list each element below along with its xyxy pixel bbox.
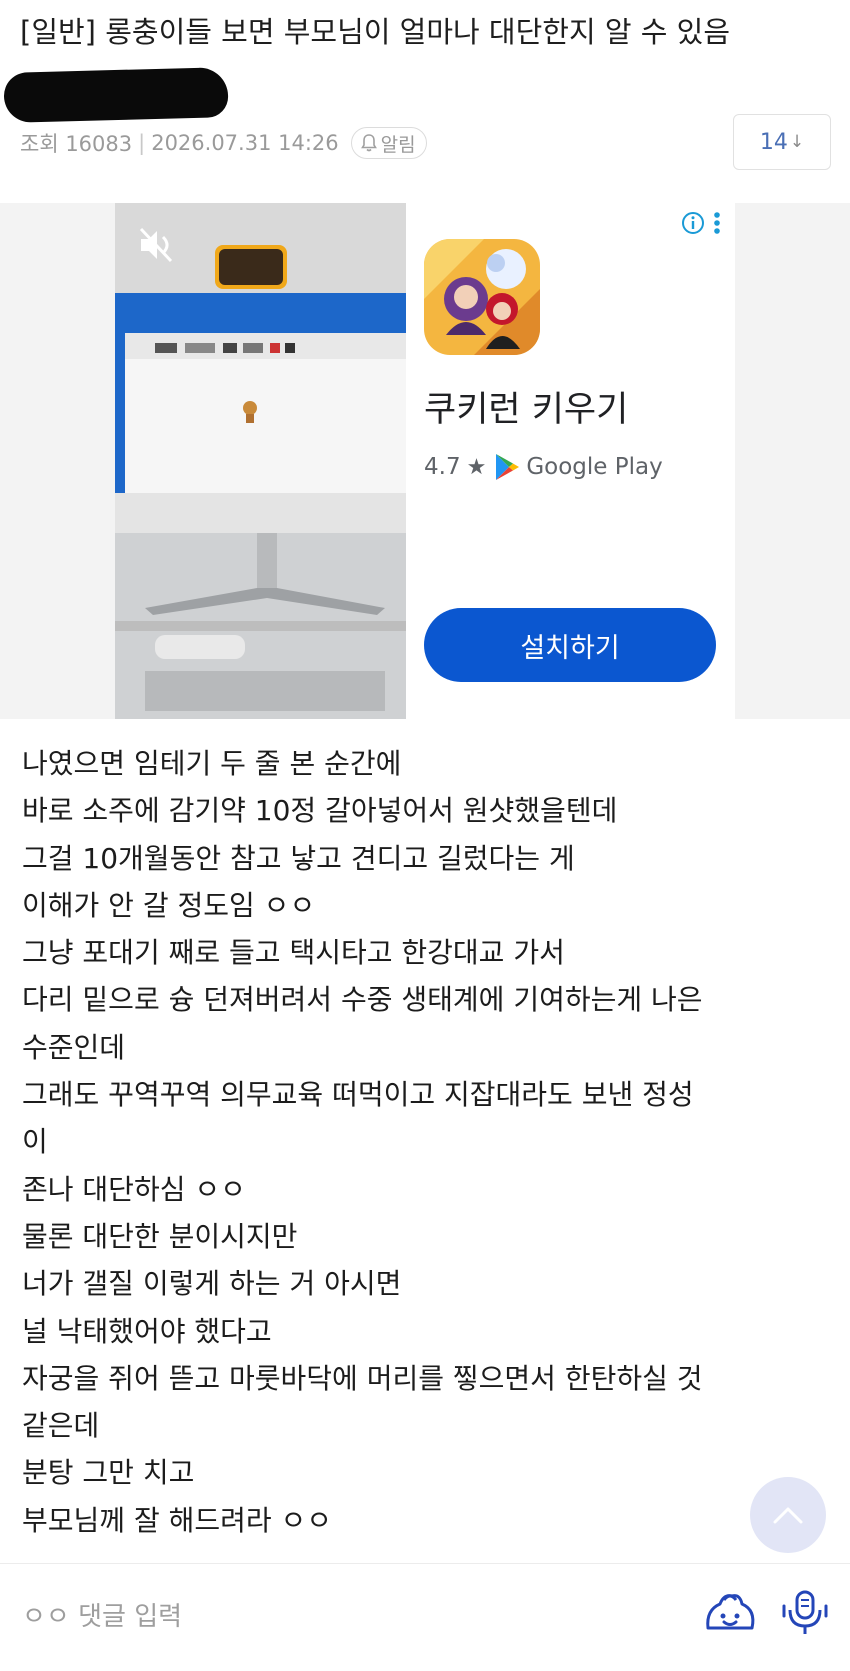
body-line: 널 낙태했어야 했다고 bbox=[22, 1314, 272, 1348]
body-line: 나였으면 임테기 두 줄 본 순간에 bbox=[22, 747, 402, 780]
ad-video-frame bbox=[115, 203, 406, 719]
app-rating-row: 4.7 ★ Google Play bbox=[424, 453, 663, 481]
ad-block[interactable]: 쿠키런 키우기 4.7 ★ Google Play 설치하기 bbox=[0, 203, 850, 719]
ad-app-panel[interactable]: 쿠키런 키우기 4.7 ★ Google Play 설치하기 bbox=[406, 203, 735, 719]
body-line: 다리 밑으로 슝 던져버려서 수중 생태계에 기여하는게 나은 bbox=[22, 983, 703, 1017]
arrow-down-icon: ↓ bbox=[789, 132, 805, 152]
comment-bar: ㅇㅇ 댓글 입력 bbox=[0, 1563, 850, 1671]
comment-count: 14 bbox=[759, 129, 788, 155]
dccon-button[interactable] bbox=[702, 1588, 758, 1640]
body-line: 그냥 포대기 째로 들고 택시타고 한강대교 가서 bbox=[22, 936, 565, 970]
more-options-icon[interactable] bbox=[713, 211, 721, 235]
body-line: 물론 대단한 분이시지만 bbox=[22, 1219, 298, 1253]
body-line: 이 bbox=[22, 1125, 48, 1159]
body-line: 존나 대단하심 ㅇㅇ bbox=[22, 1172, 246, 1206]
bell-icon bbox=[360, 134, 377, 152]
app-name[interactable]: 쿠키런 키우기 bbox=[424, 381, 628, 432]
comment-count-button[interactable]: 14 ↓ bbox=[733, 114, 831, 170]
dccon-icon bbox=[706, 1594, 755, 1630]
author-redaction bbox=[3, 67, 229, 123]
ad-controls bbox=[681, 211, 721, 235]
body-line: 분탕 그만 치고 bbox=[22, 1456, 195, 1490]
chevron-up-icon bbox=[773, 1507, 803, 1524]
app-rating: 4.7 bbox=[424, 454, 461, 480]
install-button[interactable]: 설치하기 bbox=[424, 608, 716, 682]
scroll-to-top-button[interactable] bbox=[750, 1477, 826, 1553]
post-meta: 조회 16083 | 2026.07.31 14:26 알림 bbox=[20, 126, 427, 160]
body-line: 자궁을 쥐어 뜯고 마룻바닥에 머리를 찧으면서 한탄하실 것 bbox=[22, 1361, 703, 1395]
google-play-icon bbox=[496, 454, 520, 480]
game-logo bbox=[215, 245, 287, 289]
body-line: 같은데 bbox=[22, 1409, 100, 1443]
body-line: 부모님께 잘 해드려라 ㅇㅇ bbox=[22, 1503, 333, 1537]
alarm-button[interactable]: 알림 bbox=[350, 127, 427, 159]
body-line: 그걸 10개월동안 참고 낳고 견디고 길렀다는 게 bbox=[22, 841, 575, 875]
comment-input[interactable]: ㅇㅇ 댓글 입력 bbox=[22, 1596, 182, 1633]
body-line: 그래도 꾸역꾸역 의무교육 떠먹이고 지잡대라도 보낸 정성 bbox=[22, 1078, 694, 1112]
body-line: 너가 갤질 이렇게 하는 거 아시면 bbox=[22, 1267, 402, 1301]
view-count: 조회 16083 bbox=[20, 132, 133, 156]
alarm-label: 알림 bbox=[380, 133, 416, 156]
voice-input-button[interactable] bbox=[782, 1588, 828, 1642]
post-date: 2026.07.31 14:26 bbox=[151, 131, 339, 155]
post-body: 나였으면 임테기 두 줄 본 순간에 바로 소주에 감기약 10정 갈아넣어서 … bbox=[22, 740, 822, 1544]
star-icon: ★ bbox=[466, 454, 487, 480]
body-line: 이해가 안 갈 정도임 ㅇㅇ bbox=[22, 888, 316, 922]
meta-divider: | bbox=[138, 131, 146, 155]
store-name: Google Play bbox=[526, 454, 663, 480]
microphone-icon bbox=[782, 1590, 828, 1634]
app-icon[interactable] bbox=[424, 239, 540, 355]
info-icon[interactable] bbox=[681, 211, 705, 235]
body-line: 수준인데 bbox=[22, 1030, 126, 1064]
post-title: [일반] 롱충이들 보면 부모님이 얼마나 대단한지 알 수 있음 bbox=[20, 15, 731, 49]
ad-video[interactable] bbox=[115, 203, 406, 719]
body-line: 바로 소주에 감기약 10정 갈아넣어서 원샷했을텐데 bbox=[22, 794, 618, 828]
